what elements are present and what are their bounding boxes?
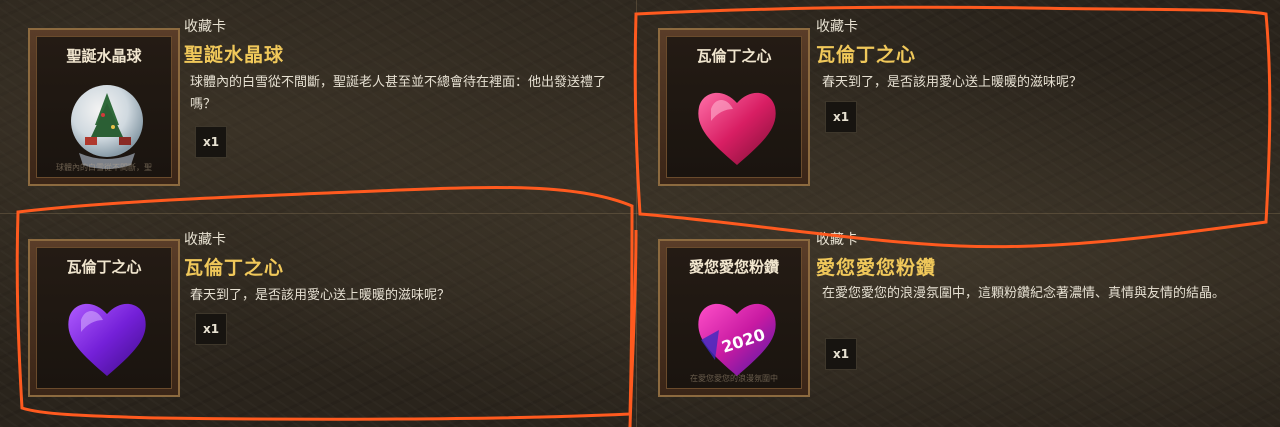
quantity-badge: x1 (825, 338, 857, 370)
thumbnail-caption: 球體內的白雪從不間斷，聖 (56, 163, 152, 172)
card-category: 收藏卡 (184, 19, 226, 35)
purple-heart-icon (68, 303, 146, 376)
card-name: 瓦倫丁之心 (184, 257, 285, 279)
card-name: 愛您愛您粉鑽 (816, 257, 937, 279)
collection-card-pink-diamond[interactable]: 愛您愛您粉鑽 2020 在愛您愛您的浪漫氛圍中 收藏卡 愛您愛您粉鑽 在愛您愛您… (636, 213, 1272, 426)
card-category: 收藏卡 (816, 232, 858, 248)
snow-globe-icon (71, 85, 143, 169)
thumbnail-title: 瓦倫丁之心 (696, 47, 772, 65)
card-thumbnail[interactable]: 瓦倫丁之心 (658, 28, 810, 186)
card-thumbnail[interactable]: 愛您愛您粉鑽 2020 在愛您愛您的浪漫氛圍中 (658, 239, 810, 397)
quantity-badge: x1 (195, 126, 227, 158)
card-name: 聖誕水晶球 (184, 44, 285, 66)
thumbnail-caption: 在愛您愛您的浪漫氛圍中 (690, 374, 778, 383)
collection-card-valentine-heart-purple[interactable]: 瓦倫丁之心 收藏卡 瓦倫丁之心 春天到了，是否該用愛心送上暖暖的滋味呢？ x1 (0, 213, 636, 426)
thumbnail-title: 瓦倫丁之心 (66, 258, 142, 276)
card-category: 收藏卡 (184, 232, 226, 248)
card-description: 春天到了，是否該用愛心送上暖暖的滋味呢？ (822, 75, 1083, 90)
card-description: 在愛您愛您的浪漫氛圍中，這顆粉鑽紀念著濃情、真情與友情的結晶。 (822, 286, 1226, 301)
card-name: 瓦倫丁之心 (816, 44, 917, 66)
thumbnail-title: 聖誕水晶球 (66, 47, 142, 65)
card-description: 球體內的白雪從不間斷，聖誕老人甚至並不總會待在裡面：他出發送禮了嗎？ (190, 75, 607, 112)
card-thumbnail[interactable]: 瓦倫丁之心 (28, 239, 180, 397)
card-category: 收藏卡 (816, 19, 858, 35)
card-thumbnail[interactable]: 聖誕水晶球 球體內的白雪從不間斷，聖 (28, 28, 180, 186)
collection-card-valentine-heart-pink[interactable]: 瓦倫丁之心 收藏卡 瓦倫丁之心 春天到了，是否該用愛心送上暖暖的滋味呢？ x1 (636, 0, 1272, 213)
pink-heart-icon (698, 92, 776, 165)
thumbnail-title: 愛您愛您粉鑽 (688, 258, 779, 276)
collection-card-snow-globe[interactable]: 聖誕水晶球 球體內的白雪從不間斷，聖 收藏卡 聖誕水晶球 球體內的白雪從不間斷，… (0, 0, 636, 213)
quantity-badge: x1 (195, 313, 227, 345)
card-description: 春天到了，是否該用愛心送上暖暖的滋味呢？ (190, 288, 451, 303)
pink-diamond-icon: 2020 (698, 303, 776, 376)
quantity-badge: x1 (825, 101, 857, 133)
